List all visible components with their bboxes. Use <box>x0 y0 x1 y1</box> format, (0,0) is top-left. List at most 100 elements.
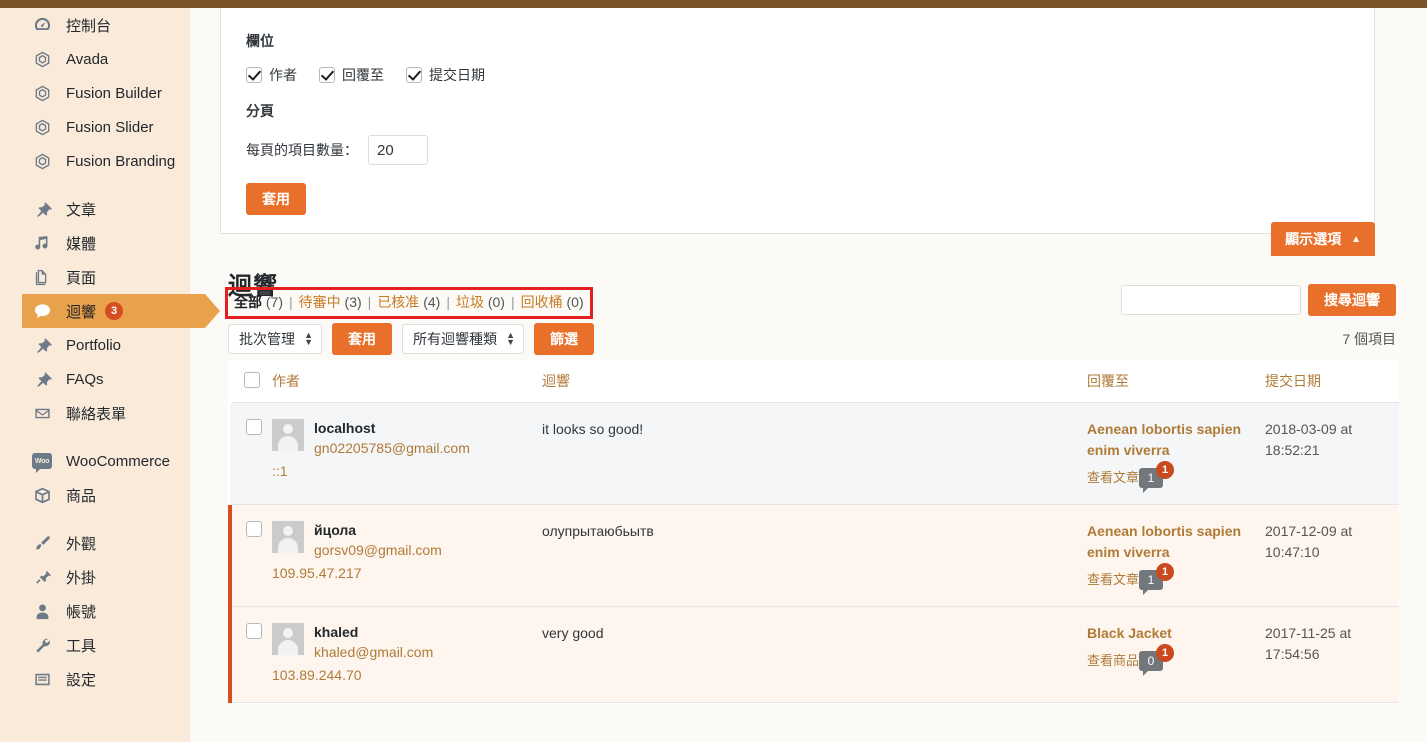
sidebar-item-appearance[interactable]: 外觀 <box>0 526 190 560</box>
checkbox[interactable] <box>406 67 422 83</box>
column-toggle-label: 提交日期 <box>429 67 485 83</box>
filter-links-highlight-box: 全部 (7) | 待審中 (3) | 已核准 (4) | 垃圾 (0) | 回收桶 (0) <box>225 287 593 319</box>
sidebar-item-fusion-branding[interactable]: Fusion Branding <box>0 144 190 178</box>
filter-link[interactable]: 待審中 (3) <box>299 292 362 312</box>
sidebar-item-fusion-builder[interactable]: Fusion Builder <box>0 76 190 110</box>
filter-button[interactable]: 篩選 <box>534 323 594 355</box>
filter-link[interactable]: 垃圾 (0) <box>456 292 505 312</box>
date-cell: 2017-11-25 at 17:54:56 <box>1265 606 1399 703</box>
pin-icon <box>30 198 54 220</box>
sidebar-item-label: Portfolio <box>66 336 122 354</box>
column-header-response[interactable]: 回覆至 <box>1087 360 1265 403</box>
author-ip[interactable]: ::1 <box>272 458 532 482</box>
response-title[interactable]: Aenean lobortis sapien enim viverra <box>1087 419 1255 461</box>
table-row[interactable]: khaled khaled@gmail.com 103.89.244.70 very … <box>228 606 1399 703</box>
date-cell: 2018-03-09 at 18:52:21 <box>1265 402 1399 505</box>
column-toggle[interactable]: 回覆至 <box>319 65 384 85</box>
response-title[interactable]: Aenean lobortis sapien enim viverra <box>1087 521 1255 563</box>
sidebar-item-users[interactable]: 帳號 <box>0 594 190 628</box>
sidebar-item-posts[interactable]: 文章 <box>0 192 190 226</box>
sidebar-item-label: 頁面 <box>66 269 97 287</box>
comment-cell: it looks so good! <box>542 402 1087 505</box>
bulk-apply-button[interactable]: 套用 <box>332 323 392 355</box>
sidebar-item-faqs[interactable]: FAQs <box>0 362 190 396</box>
search-input[interactable] <box>1121 285 1301 315</box>
author-cell: khaled khaled@gmail.com 103.89.244.70 <box>272 606 542 703</box>
sidebar-item-tools[interactable]: 工具 <box>0 628 190 662</box>
checkbox[interactable] <box>319 67 335 83</box>
row-checkbox[interactable] <box>246 419 262 435</box>
row-checkbox[interactable] <box>246 623 262 639</box>
column-header-comment[interactable]: 迴響 <box>542 360 1087 403</box>
chevron-up-icon: ▲ <box>1351 233 1361 245</box>
table-navigation: 批次管理 ▲ ▼ 套用 所有迴響種類 ▲ ▼ 篩選 <box>228 323 594 355</box>
screen-options-pagination-label: 分頁 <box>246 103 274 119</box>
sidebar-item-label: 商品 <box>66 487 97 505</box>
sidebar-item-plugins[interactable]: 外掛 <box>0 560 190 594</box>
sidebar-item-pages[interactable]: 頁面 <box>0 260 190 294</box>
plug-icon <box>30 566 54 588</box>
content-area: 欄位 作者回覆至提交日期 分頁 每頁的項目數量： 套用 顯示選項 ▲ 迴響 全部… <box>220 8 1427 742</box>
response-view-link[interactable]: 查看商品 <box>1087 653 1139 668</box>
sidebar-item-settings[interactable]: 設定 <box>0 662 190 696</box>
screen-options-columns-label: 欄位 <box>246 33 274 49</box>
avada-icon <box>30 48 54 70</box>
dashboard-icon <box>30 14 54 36</box>
avada-icon <box>30 150 54 172</box>
column-header-author[interactable]: 作者 <box>272 360 542 403</box>
filter-separator: | <box>510 294 515 310</box>
select-all-checkbox[interactable] <box>244 371 260 388</box>
filter-separator: | <box>289 294 293 310</box>
comment-text: it looks so good! <box>542 421 644 437</box>
column-header-date[interactable]: 提交日期 <box>1265 360 1399 403</box>
sidebar-item-fusion-slider[interactable]: Fusion Slider <box>0 110 190 144</box>
per-page-input[interactable] <box>368 135 428 165</box>
filter-link-count: (0) <box>566 294 584 310</box>
author-email[interactable]: gorsv09@gmail.com <box>272 540 532 560</box>
bulk-action-select[interactable]: 批次管理 ▲ ▼ <box>228 324 322 354</box>
comments-table: 作者 迴響 回覆至 提交日期 localhost gn02205785@gmail… <box>228 360 1399 703</box>
filter-link-label: 待審中 <box>298 294 345 310</box>
sidebar-item-avada[interactable]: Avada <box>0 42 190 76</box>
sidebar-item-comments[interactable]: 迴響 3 <box>22 294 220 328</box>
screen-options-apply-button[interactable]: 套用 <box>246 183 306 215</box>
sidebar-item-portfolio[interactable]: Portfolio <box>0 328 190 362</box>
item-count-label: 7 個項目 <box>1342 331 1396 347</box>
mail-icon <box>30 402 54 424</box>
sidebar-item-label: Fusion Builder <box>66 84 162 102</box>
table-row[interactable]: йцола gorsv09@gmail.com 109.95.47.217 олупр… <box>228 504 1399 607</box>
response-cell: Aenean lobortis sapien enim viverra 查看文章 1… <box>1087 402 1265 505</box>
filter-link[interactable]: 已核准 (4) <box>377 292 440 312</box>
comment-icon <box>30 300 54 322</box>
filter-link[interactable]: 全部 (7) <box>234 292 283 312</box>
comment-count-bubble-wrap[interactable]: 11 <box>1139 563 1175 595</box>
checkbox[interactable] <box>246 67 262 83</box>
sidebar-item-media[interactable]: 媒體 <box>0 226 190 260</box>
sidebar-item-contact-form[interactable]: 聯絡表單 <box>0 396 190 430</box>
table-body: localhost gn02205785@gmail.com::1 it looks… <box>228 402 1399 703</box>
filter-link-count: (0) <box>487 294 505 310</box>
author-ip[interactable]: 109.95.47.217 <box>272 560 532 584</box>
sidebar-item-label: Avada <box>66 50 109 68</box>
comment-count-bubble-wrap[interactable]: 01 <box>1139 644 1175 676</box>
search-submit-button[interactable]: 搜尋迴響 <box>1308 284 1396 316</box>
comment-type-select[interactable]: 所有迴響種類 ▲ ▼ <box>402 324 524 354</box>
column-toggle[interactable]: 提交日期 <box>406 65 485 85</box>
comment-count-bubble-wrap[interactable]: 11 <box>1139 461 1175 493</box>
author-ip[interactable]: 103.89.244.70 <box>272 662 532 686</box>
row-checkbox[interactable] <box>246 521 262 537</box>
screen-options-toggle-button[interactable]: 顯示選項 ▲ <box>1271 222 1375 256</box>
response-view-link[interactable]: 查看文章 <box>1087 572 1139 587</box>
sidebar-item-label: 媒體 <box>66 235 97 253</box>
table-row[interactable]: localhost gn02205785@gmail.com::1 it looks… <box>230 402 1399 505</box>
sidebar-item-dashboard[interactable]: 控制台 <box>0 8 190 42</box>
response-title[interactable]: Black Jacket <box>1087 623 1255 644</box>
sidebar-item-products[interactable]: 商品 <box>0 478 190 512</box>
author-email[interactable]: khaled@gmail.com <box>272 642 532 662</box>
sidebar-item-woocommerce[interactable]: Woo WooCommerce <box>0 444 190 478</box>
filter-link[interactable]: 回收桶 (0) <box>521 292 584 312</box>
column-toggle[interactable]: 作者 <box>246 65 297 85</box>
sidebar-item-label: 外觀 <box>66 535 97 553</box>
author-email[interactable]: gn02205785@gmail.com <box>272 438 532 458</box>
response-view-link[interactable]: 查看文章 <box>1087 470 1139 485</box>
